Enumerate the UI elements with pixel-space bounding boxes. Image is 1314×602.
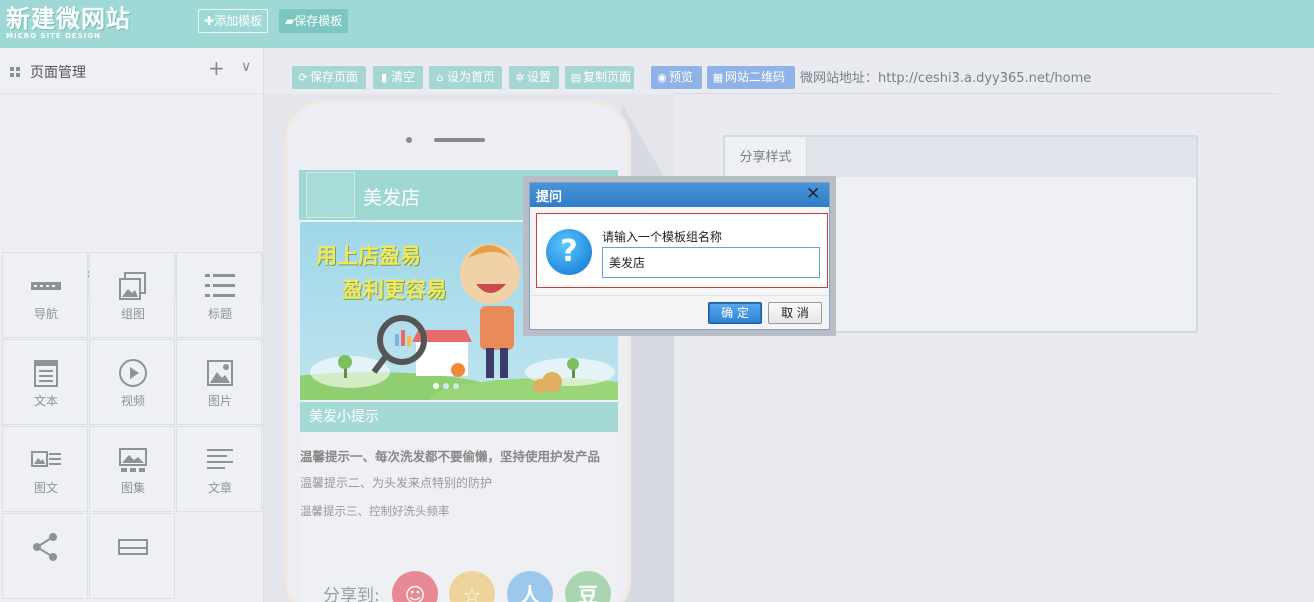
close-icon[interactable]: ✕: [806, 184, 820, 204]
bar-icon: [118, 539, 148, 555]
logo-sub-text: MICRO SITE DESIGN: [6, 32, 101, 40]
component-gallery[interactable]: 组图: [89, 252, 175, 338]
component-label: 导航: [33, 307, 58, 321]
component-label: 组图: [120, 307, 145, 321]
plus-icon: ✚: [204, 14, 215, 28]
prompt-dialog: 提问 ✕ ? 请输入一个模板组名称 确 定 取 消: [523, 176, 836, 336]
component-bar[interactable]: [89, 513, 175, 599]
title-list-icon: [205, 274, 235, 297]
banner-line-1: 用上店盈易: [316, 244, 421, 268]
component-nav[interactable]: 导航: [2, 252, 88, 338]
dialog-body: ? 请输入一个模板组名称: [536, 213, 828, 288]
page-manage-title: 页面管理: [30, 65, 86, 81]
component-share[interactable]: [2, 513, 88, 599]
save-page-button[interactable]: ⟳ 保存页面: [292, 66, 366, 89]
clear-button[interactable]: ▮ 清空: [373, 66, 423, 89]
add-template-button[interactable]: ✚添加模板: [198, 9, 269, 33]
add-page-icon[interactable]: +: [208, 56, 225, 80]
divider: [674, 93, 1278, 94]
image-text-icon: [31, 451, 61, 467]
add-template-label: 添加模板: [214, 14, 263, 28]
component-label: 图文: [33, 481, 58, 495]
panel-tabs: 分享样式: [725, 137, 1196, 179]
store-name: 美发店: [363, 187, 421, 209]
tips-title[interactable]: 美发小提示: [300, 402, 618, 432]
component-album[interactable]: 图集: [89, 426, 175, 512]
save-icon: ▰: [285, 14, 295, 28]
clear-label: 清空: [391, 70, 416, 84]
article-icon: [207, 449, 233, 469]
tip-1[interactable]: 温馨提示一、每次洗发都不要偷懒，坚持使用护发产品: [300, 446, 600, 465]
save-template-label: 保存模板: [294, 14, 343, 28]
banner-line-2: 盈利更容易: [342, 278, 447, 302]
component-label: 视频: [120, 394, 145, 408]
qrcode-label: 网站二维码: [725, 70, 786, 84]
weibo-icon[interactable]: ☺: [392, 571, 438, 602]
nav-icon: [31, 282, 61, 290]
tip-2[interactable]: 温馨提示二、为头发来点特别的防护: [300, 474, 492, 491]
component-video[interactable]: 视频: [89, 339, 175, 425]
component-label: 文章: [207, 481, 232, 495]
gear-icon: ✲: [515, 71, 525, 84]
copy-icon: ▤: [570, 71, 582, 84]
component-label: 标题: [207, 307, 232, 321]
set-home-label: 设为首页: [447, 70, 496, 84]
preview-button[interactable]: ◉ 预览: [651, 66, 702, 89]
phone-speaker: [434, 138, 485, 142]
chevron-down-icon[interactable]: ∨: [241, 59, 251, 75]
copy-page-button[interactable]: ▤ 复制页面: [565, 66, 634, 89]
phone-camera: [406, 137, 412, 143]
component-image[interactable]: 图片: [176, 339, 262, 425]
copy-page-label: 复制页面: [583, 70, 632, 84]
qrcode-button[interactable]: ▦ 网站二维码: [707, 66, 795, 89]
app-logo: 新建微网站 MICRO SITE DESIGN: [6, 6, 131, 40]
component-article[interactable]: 文章: [176, 426, 262, 512]
app-header: 新建微网站 MICRO SITE DESIGN ✚添加模板 ▰保存模板: [0, 0, 1314, 48]
cancel-button[interactable]: 取 消: [768, 302, 822, 324]
grid-icon: [10, 67, 21, 78]
component-label: 图集: [120, 481, 145, 495]
ok-button[interactable]: 确 定: [708, 302, 762, 324]
video-play-icon: [119, 359, 147, 387]
preview-label: 预览: [669, 70, 694, 84]
gallery-icon: [119, 272, 146, 300]
component-label: 图片: [207, 394, 232, 408]
dialog-titlebar[interactable]: 提问 ✕: [530, 183, 829, 207]
qrcode-icon: ▦: [712, 71, 724, 84]
component-title[interactable]: 标题: [176, 252, 262, 338]
image-icon: [207, 360, 233, 386]
component-text[interactable]: 文本: [2, 339, 88, 425]
qzone-icon[interactable]: ☆: [449, 571, 495, 602]
site-url[interactable]: 微网站地址：http://ceshi3.a.dyy365.net/home: [800, 67, 1091, 86]
question-icon: ?: [546, 229, 592, 275]
settings-button[interactable]: ✲ 设置: [509, 66, 559, 89]
logo-main-text: 新建微网站: [6, 5, 131, 33]
component-image-text[interactable]: 图文: [2, 426, 88, 512]
dialog-window: 提问 ✕ ? 请输入一个模板组名称 确 定 取 消: [529, 182, 830, 330]
component-label: 文本: [33, 394, 58, 408]
store-logo: [306, 172, 355, 218]
douban-icon[interactable]: 豆: [565, 571, 611, 602]
album-icon: [119, 448, 147, 472]
dialog-prompt: 请输入一个模板组名称: [602, 230, 723, 244]
renren-icon[interactable]: 人: [507, 571, 553, 602]
tip-3[interactable]: 温馨提示三、控制好洗头频率: [300, 503, 450, 519]
save-page-label: 保存页面: [310, 70, 359, 84]
eye-icon: ◉: [657, 71, 667, 84]
share-icon: [33, 533, 57, 561]
dialog-title: 提问: [536, 190, 563, 205]
set-home-button[interactable]: ⌂ 设为首页: [429, 66, 502, 89]
save-page-icon: ⟳: [298, 71, 308, 84]
settings-label: 设置: [527, 70, 552, 84]
share-label: 分享到:: [323, 586, 380, 602]
home-icon: ⌂: [436, 71, 444, 84]
text-icon: [34, 360, 58, 387]
template-name-input[interactable]: [602, 247, 820, 278]
dialog-footer: 确 定 取 消: [530, 295, 829, 329]
save-template-button[interactable]: ▰保存模板: [279, 9, 349, 33]
page-manage-header: 页面管理 + ∨: [0, 48, 263, 94]
trash-icon: ▮: [380, 71, 388, 84]
tab-share-style[interactable]: 分享样式: [725, 137, 807, 179]
